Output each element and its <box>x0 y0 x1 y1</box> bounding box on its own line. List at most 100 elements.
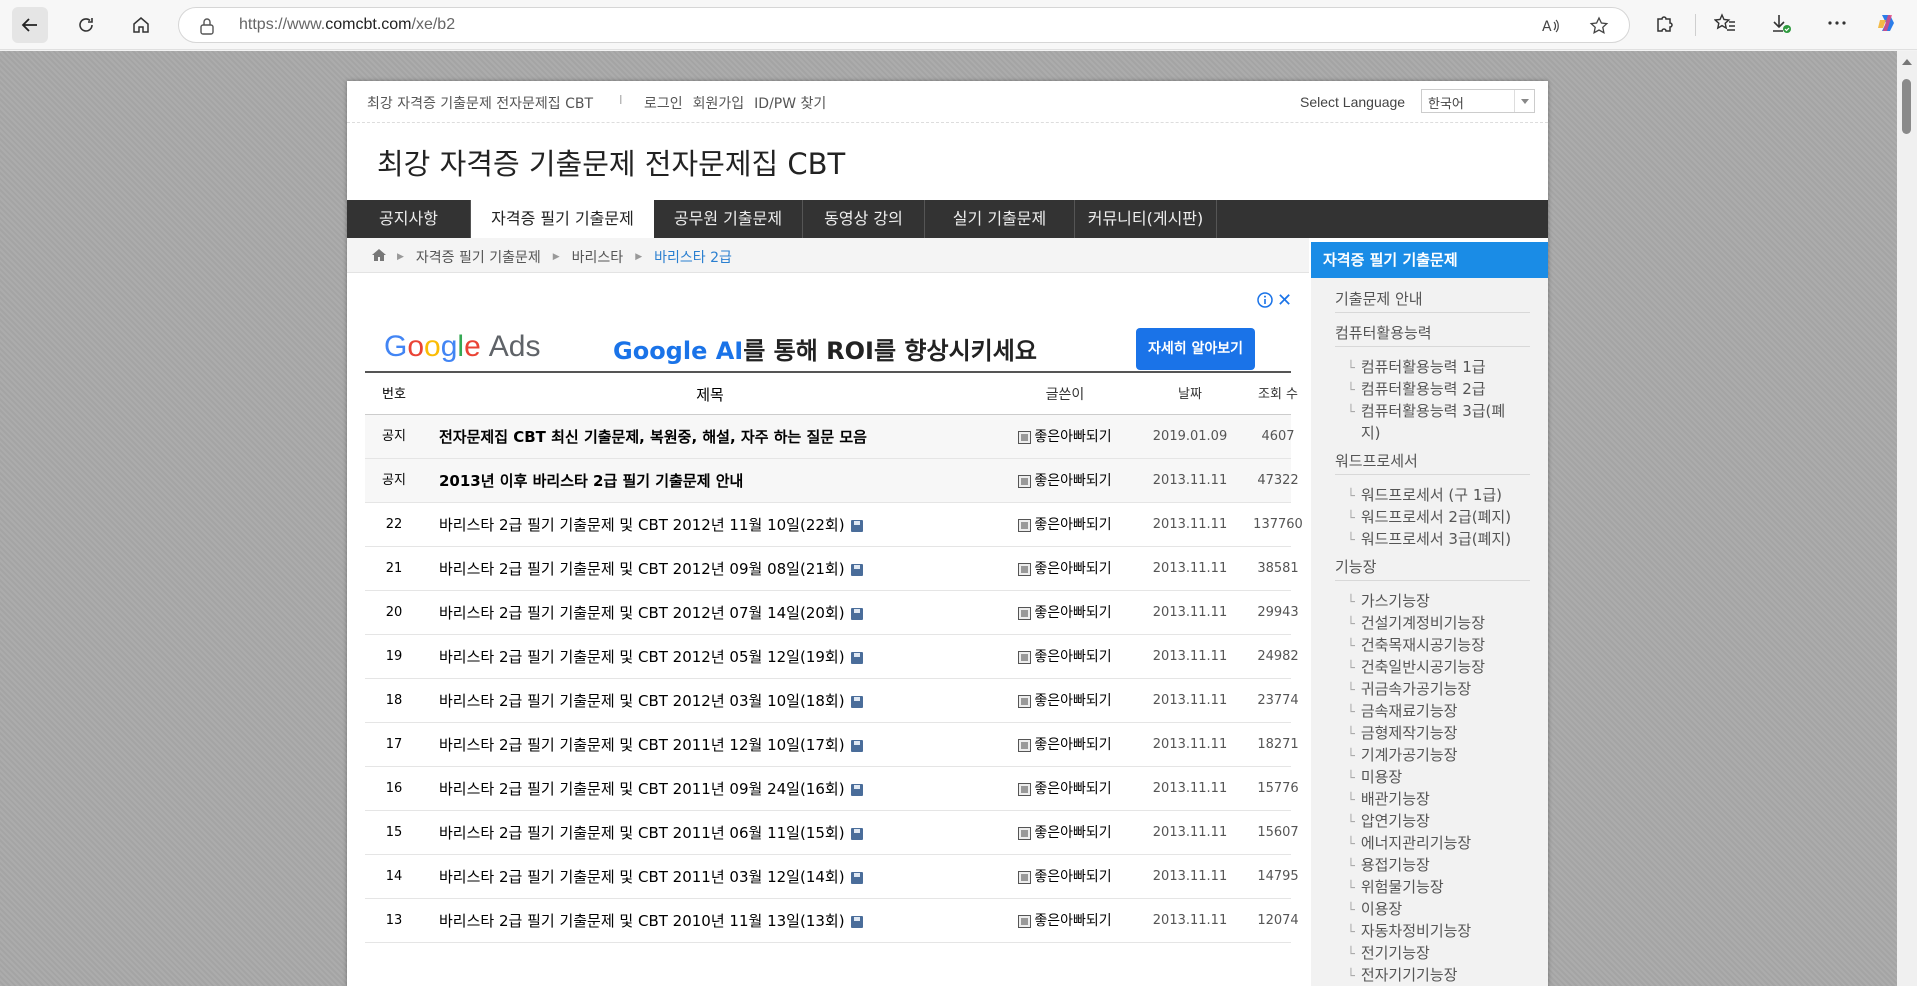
row-author[interactable]: 좋은아빠되기 <box>995 855 1135 899</box>
sidebar-subitem[interactable]: └ 전자기기기능장 <box>1347 964 1457 985</box>
info-icon[interactable] <box>1257 292 1273 308</box>
row-author[interactable]: 좋은아빠되기 <box>995 503 1135 547</box>
sidebar-item-guide[interactable]: 기출문제 안내 <box>1335 288 1423 309</box>
row-author[interactable]: 좋은아빠되기 <box>995 635 1135 679</box>
main-nav: 공지사항 자격증 필기 기출문제 공무원 기출문제 동영상 강의 실기 기출문제… <box>347 200 1548 238</box>
row-author[interactable]: 좋은아빠되기 <box>995 811 1135 855</box>
row-views: 18271 <box>1257 737 1299 752</box>
sidebar-subitem[interactable]: └ 용접기능장 <box>1347 854 1430 875</box>
sidebar-subitem[interactable]: └ 워드프로세서 3급(폐지) <box>1347 528 1511 549</box>
nav-item-video-lecture[interactable]: 동영상 강의 <box>803 200 925 238</box>
row-title-link[interactable]: 바리스타 2급 필기 기출문제 및 CBT 2012년 09월 08일(21회) <box>439 547 999 591</box>
sidebar-heading[interactable]: 자격증 필기 기출문제 <box>1311 242 1548 278</box>
downloads-button[interactable] <box>1770 12 1796 38</box>
row-author[interactable]: 좋은아빠되기 <box>995 767 1135 811</box>
tree-branch-icon: └ <box>1347 881 1355 896</box>
breadcrumb-level1[interactable]: 자격증 필기 기출문제 <box>416 247 541 267</box>
scroll-up-arrow-icon[interactable] <box>1902 59 1912 65</box>
sidebar-subitem[interactable]: └ 미용장 <box>1347 766 1402 787</box>
sidebar-subitem[interactable]: └ 배관기능장 <box>1347 788 1430 809</box>
row-author[interactable]: 좋은아빠되기 <box>995 547 1135 591</box>
sidebar-subitem[interactable]: └ 에너지관리기능장 <box>1347 832 1471 853</box>
row-title-link[interactable]: 바리스타 2급 필기 기출문제 및 CBT 2011년 06월 11일(15회) <box>439 811 999 855</box>
row-title-link[interactable]: 바리스타 2급 필기 기출문제 및 CBT 2011년 09월 24일(16회) <box>439 767 999 811</box>
close-icon[interactable]: ✕ <box>1277 290 1292 311</box>
sidebar-subitem[interactable]: └ 워드프로세서 (구 1급) <box>1347 484 1502 505</box>
scrollbar-thumb[interactable] <box>1902 79 1911 134</box>
breadcrumb-current[interactable]: 바리스타 2급 <box>654 247 732 267</box>
row-title-link[interactable]: 2013년 이후 바리스타 2급 필기 기출문제 안내 <box>439 459 999 503</box>
sidebar-subitem[interactable]: └ 건축목재시공기능장 <box>1347 634 1485 655</box>
breadcrumb-level2[interactable]: 바리스타 <box>572 247 624 267</box>
sidebar-section-master[interactable]: 기능장 <box>1335 556 1376 577</box>
row-title-link[interactable]: 바리스타 2급 필기 기출문제 및 CBT 2012년 03월 10일(18회) <box>439 679 999 723</box>
favorites-button[interactable] <box>1713 12 1740 38</box>
sidebar-subitem[interactable]: └ 금속재료기능장 <box>1347 700 1457 721</box>
find-idpw-link[interactable]: ID/PW 찾기 <box>754 93 826 113</box>
sidebar-subitem[interactable]: └ 건설기계정비기능장 <box>1347 612 1485 633</box>
sidebar-subitem[interactable]: └ 가스기능장 <box>1347 590 1430 611</box>
sidebar-subitem[interactable]: └ 워드프로세서 2급(폐지) <box>1347 506 1511 527</box>
nav-item-written-exam[interactable]: 자격증 필기 기출문제 <box>471 200 654 238</box>
home-button[interactable] <box>123 7 159 43</box>
header-views[interactable]: 조회 수 <box>1245 373 1311 417</box>
sidebar: 자격증 필기 기출문제 기출문제 안내 컴퓨터활용능력 └ 컴퓨터활용능력 1급 └ 컴퓨… <box>1311 242 1548 986</box>
nav-item-community[interactable]: 커뮤니티(게시판) <box>1075 200 1217 238</box>
copilot-button[interactable] <box>1876 12 1902 38</box>
sidebar-subitem[interactable]: └ 컴퓨터활용능력 3급(폐 <box>1347 400 1505 421</box>
signup-link[interactable]: 회원가입 <box>693 93 745 113</box>
back-button[interactable] <box>12 7 48 43</box>
page-scrollbar[interactable] <box>1897 51 1917 986</box>
sidebar-subitem[interactable]: └ 금형제작기능장 <box>1347 722 1457 743</box>
row-author[interactable]: 좋은아빠되기 <box>995 415 1135 459</box>
row-author[interactable]: 좋은아빠되기 <box>995 899 1135 943</box>
row-title-link[interactable]: 바리스타 2급 필기 기출문제 및 CBT 2012년 11월 10일(22회) <box>439 503 999 547</box>
row-title-link[interactable]: 바리스타 2급 필기 기출문제 및 CBT 2012년 07월 14일(20회) <box>439 591 999 635</box>
nav-item-notice[interactable]: 공지사항 <box>347 200 471 238</box>
sidebar-subitem[interactable]: └ 귀금속가공기능장 <box>1347 678 1471 699</box>
login-link[interactable]: 로그인 <box>644 93 683 113</box>
row-title-link[interactable]: 바리스타 2급 필기 기출문제 및 CBT 2011년 03월 12일(14회) <box>439 855 999 899</box>
site-title[interactable]: 최강 자격증 기출문제 전자문제집 CBT <box>377 141 845 183</box>
row-title-link[interactable]: 바리스타 2급 필기 기출문제 및 CBT 2012년 05월 12일(19회) <box>439 635 999 679</box>
sidebar-subitem[interactable]: └ 위험물기능장 <box>1347 876 1444 897</box>
refresh-button[interactable] <box>68 7 104 43</box>
sidebar-subitem[interactable]: └ 기계가공기능장 <box>1347 744 1457 765</box>
home-icon[interactable] <box>371 248 387 262</box>
file-attachment-icon <box>850 519 863 532</box>
file-attachment-icon <box>850 651 863 664</box>
row-title-link[interactable]: 바리스타 2급 필기 기출문제 및 CBT 2011년 12월 10일(17회) <box>439 723 999 767</box>
sidebar-subitem[interactable]: └ 전기기능장 <box>1347 942 1430 963</box>
row-title-link[interactable]: 전자문제집 CBT 최신 기출문제, 복원중, 해설, 자주 하는 질문 모음 <box>439 415 999 459</box>
top-site-name[interactable]: 최강 자격증 기출문제 전자문제집 CBT <box>367 93 593 113</box>
sidebar-subitem[interactable]: └지) <box>1347 422 1381 443</box>
nav-item-practical-exam[interactable]: 실기 기출문제 <box>925 200 1075 238</box>
sidebar-subitem[interactable]: └ 이용장 <box>1347 898 1402 919</box>
nav-item-civil-service[interactable]: 공무원 기출문제 <box>654 200 803 238</box>
header-date[interactable]: 날짜 <box>1135 373 1245 417</box>
address-bar[interactable]: https://www.comcbt.com/xe/b2 A <box>178 7 1630 43</box>
row-author[interactable]: 좋은아빠되기 <box>995 679 1135 723</box>
ad-learn-more-button[interactable]: 자세히 알아보기 <box>1136 328 1255 370</box>
read-aloud-icon[interactable]: A <box>1541 16 1561 36</box>
extensions-button[interactable] <box>1654 12 1680 38</box>
row-author[interactable]: 좋은아빠되기 <box>995 459 1135 503</box>
language-select[interactable]: 한국어 <box>1421 89 1535 113</box>
row-author[interactable]: 좋은아빠되기 <box>995 591 1135 635</box>
ad-headline[interactable]: Google AI를 통해 ROI를 향상시키세요 <box>613 331 1037 366</box>
sidebar-subitem[interactable]: └ 압연기능장 <box>1347 810 1430 831</box>
row-number: 14 <box>385 869 403 884</box>
favorite-star-icon[interactable] <box>1589 16 1609 36</box>
sidebar-section-computer[interactable]: 컴퓨터활용능력 <box>1335 322 1432 343</box>
tree-branch-icon: └ <box>1347 617 1355 632</box>
sidebar-subitem[interactable]: └ 자동차정비기능장 <box>1347 920 1471 941</box>
sidebar-subitem[interactable]: └ 컴퓨터활용능력 2급 <box>1347 378 1486 399</box>
row-title-link[interactable]: 바리스타 2급 필기 기출문제 및 CBT 2010년 11월 13일(13회) <box>439 899 999 943</box>
sidebar-section-word[interactable]: 워드프로세서 <box>1335 450 1418 471</box>
row-author[interactable]: 좋은아빠되기 <box>995 723 1135 767</box>
sidebar-subitem[interactable]: └ 컴퓨터활용능력 1급 <box>1347 356 1486 377</box>
sidebar-subitem[interactable]: └ 건축일반시공기능장 <box>1347 656 1485 677</box>
url-text[interactable]: https://www.comcbt.com/xe/b2 <box>239 16 455 34</box>
more-menu-button[interactable] <box>1826 12 1852 38</box>
file-attachment-icon <box>850 695 863 708</box>
